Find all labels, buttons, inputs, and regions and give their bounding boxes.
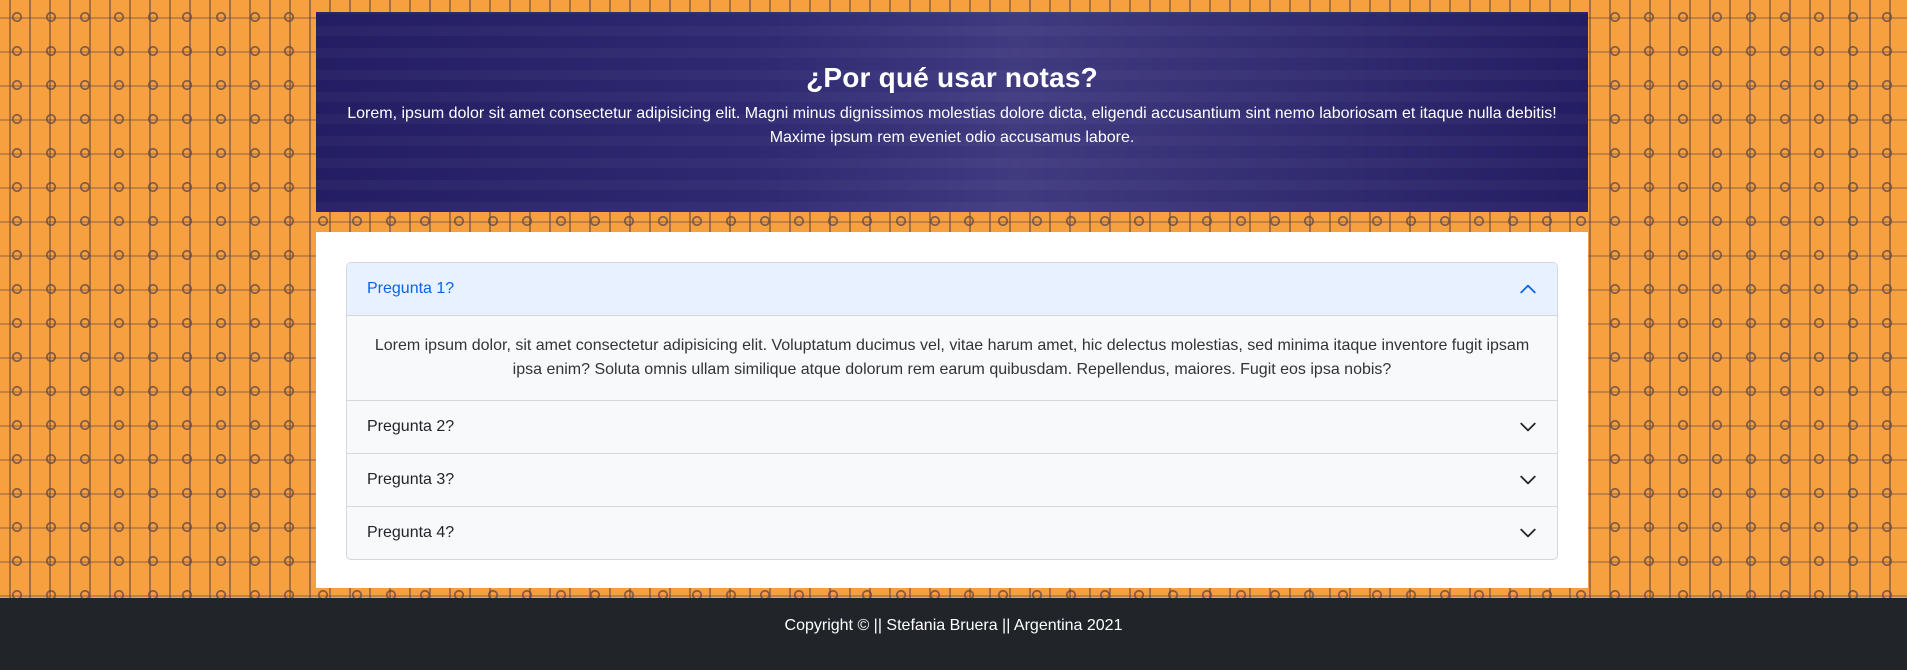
hero-description: Lorem, ipsum dolor sit amet consectetur … (347, 105, 1557, 146)
faq-panel: Pregunta 1? Lorem ipsum dolor, sit amet … (316, 232, 1588, 588)
faq-accordion: Pregunta 1? Lorem ipsum dolor, sit amet … (346, 262, 1558, 560)
accordion-header-3[interactable]: Pregunta 3? (347, 453, 1557, 506)
accordion-item-2: Pregunta 2? (347, 400, 1557, 453)
accordion-answer-1: Lorem ipsum dolor, sit amet consectetur … (347, 316, 1557, 400)
chevron-up-icon (1520, 284, 1536, 294)
accordion-item-4: Pregunta 4? (347, 506, 1557, 559)
accordion-question-1: Pregunta 1? (367, 280, 455, 297)
hero-title: ¿Por qué usar notas? (806, 62, 1098, 93)
accordion-item-3: Pregunta 3? (347, 453, 1557, 506)
accordion-header-4[interactable]: Pregunta 4? (347, 506, 1557, 559)
page-footer: Copyright © || Stefania Bruera || Argent… (0, 598, 1907, 670)
chevron-down-icon (1520, 475, 1536, 485)
chevron-down-icon (1520, 422, 1536, 432)
accordion-header-2[interactable]: Pregunta 2? (347, 400, 1557, 453)
accordion-question-2: Pregunta 2? (367, 418, 455, 435)
accordion-header-1[interactable]: Pregunta 1? (347, 263, 1557, 316)
footer-copyright: Copyright © || Stefania Bruera || Argent… (784, 617, 1123, 634)
accordion-question-3: Pregunta 3? (367, 471, 455, 488)
hero-banner: ¿Por qué usar notas? Lorem, ipsum dolor … (316, 12, 1588, 212)
chevron-down-icon (1520, 528, 1536, 538)
accordion-item-1: Pregunta 1? Lorem ipsum dolor, sit amet … (347, 263, 1557, 400)
accordion-question-4: Pregunta 4? (367, 524, 455, 541)
